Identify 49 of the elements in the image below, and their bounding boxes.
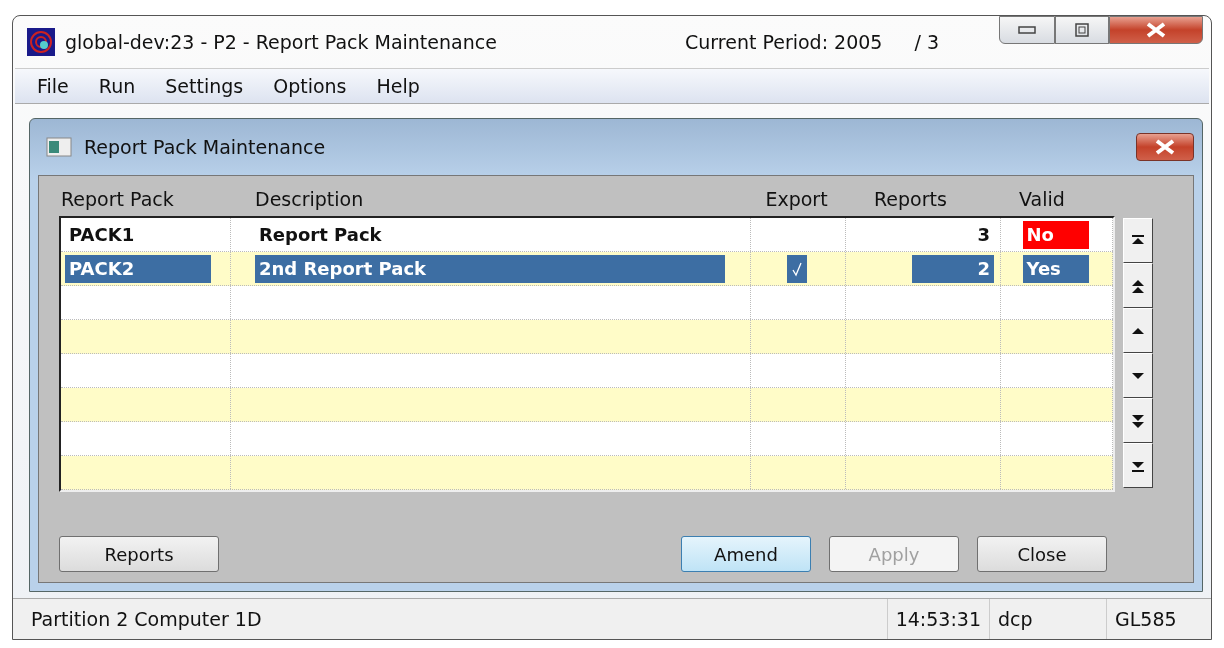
table-row[interactable]: PACK2 2nd Report Pack 2 Yes (61, 252, 1113, 286)
menu-item[interactable]: File (25, 73, 81, 99)
close-icon (1145, 22, 1167, 38)
page-up-icon (1130, 277, 1146, 294)
minimize-button[interactable] (999, 16, 1055, 44)
scroll-button[interactable] (1123, 218, 1153, 263)
column-header: Export (764, 188, 829, 210)
column-header: Report Pack (60, 188, 175, 210)
scroll-button[interactable] (1123, 308, 1153, 353)
scroll-button[interactable] (1123, 353, 1153, 398)
close-button[interactable] (1136, 133, 1194, 161)
app-icon (27, 28, 55, 56)
table-cell: 2nd Report Pack (255, 254, 725, 283)
column-header: Reports (873, 188, 948, 210)
menu-item[interactable]: Run (86, 73, 148, 99)
period-number: / 3 (914, 31, 939, 53)
page-down-icon (1130, 412, 1146, 429)
close-button[interactable] (1109, 16, 1203, 44)
validity-badge: Yes (1022, 254, 1089, 283)
menu-item[interactable]: Help (364, 73, 432, 99)
current-period: Current Period: 2005 (685, 31, 883, 53)
status-user: dcp (989, 599, 1106, 639)
validity-badge: No (1022, 220, 1089, 249)
menu-item[interactable]: Settings (153, 73, 256, 99)
menu-item[interactable]: Options (261, 73, 359, 99)
table-cell: 2 (912, 254, 994, 283)
scroll-button[interactable] (1123, 263, 1153, 308)
column-header: Description (254, 188, 365, 210)
table-cell-text: Report Pack (258, 222, 383, 247)
scroll-button[interactable] (1123, 398, 1153, 443)
table-row[interactable]: PACK1 Report Pack 3 No (61, 218, 1113, 252)
maximize-button[interactable] (1055, 16, 1109, 44)
dialog-button[interactable]: Close (977, 536, 1107, 572)
status-time: 14:53:31 (886, 599, 989, 639)
child-window-title: Report Pack Maintenance (84, 136, 326, 158)
table-cell: PACK2 (65, 254, 211, 283)
dialog-button[interactable]: Amend (681, 536, 811, 572)
column-header: Valid (1018, 188, 1066, 210)
close-icon (1154, 139, 1176, 155)
dialog-button[interactable]: Reports (59, 536, 219, 572)
table-cell-text: 3 (976, 222, 991, 247)
table-cell-text: PACK1 (68, 222, 136, 247)
maximize-icon (1075, 23, 1089, 37)
status-message: Partition 2 Computer 1D (30, 608, 263, 630)
status-program: GL585 (1106, 599, 1211, 639)
window-title: global-dev:23 - P2 - Report Pack Maintenance (65, 31, 497, 53)
window-icon (46, 137, 74, 157)
scroll-button[interactable] (1123, 443, 1153, 488)
minimize-icon (1018, 26, 1036, 34)
